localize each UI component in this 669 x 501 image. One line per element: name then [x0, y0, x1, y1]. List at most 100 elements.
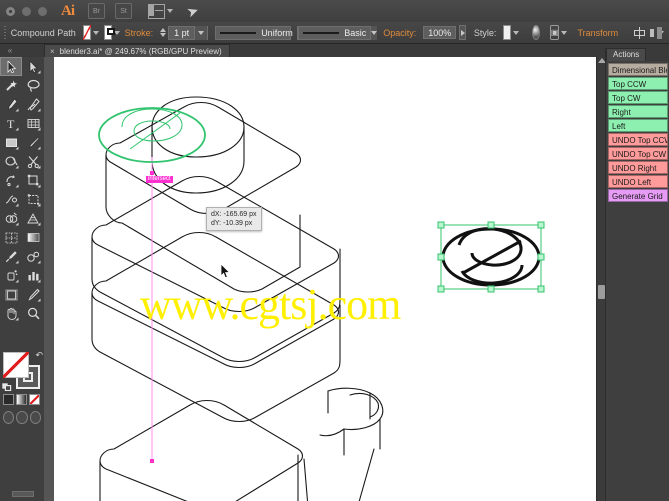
- rotate-tool[interactable]: [0, 171, 22, 190]
- zoom-tool[interactable]: [22, 304, 44, 323]
- action-item[interactable]: Left: [608, 119, 668, 132]
- stock-icon[interactable]: St: [115, 3, 132, 19]
- panel-collapse-toggle[interactable]: «: [2, 45, 18, 56]
- blend-tool[interactable]: [22, 247, 44, 266]
- drawing-mode-normal-icon[interactable]: [3, 411, 15, 424]
- fill-chevron-down-icon[interactable]: [92, 30, 99, 35]
- scissors-tool[interactable]: [22, 152, 44, 171]
- artboard-tool[interactable]: [0, 285, 22, 304]
- brush-definition-chevron-icon[interactable]: [370, 25, 378, 40]
- transform-button[interactable]: Transform: [577, 28, 618, 38]
- opacity-label[interactable]: Opacity:: [383, 28, 416, 38]
- stroke-profile-value: Uniform: [261, 27, 293, 38]
- shape-builder-tool[interactable]: [0, 209, 22, 228]
- drawing-mode-inside-icon[interactable]: [29, 411, 41, 424]
- share-plane-icon[interactable]: ➤: [184, 1, 201, 21]
- fill-stroke-controls[interactable]: ↶: [1, 350, 43, 392]
- window-minimize-button[interactable]: [22, 6, 31, 16]
- width-tool[interactable]: [0, 190, 22, 209]
- application-bar: Ai Br St ➤: [0, 0, 669, 23]
- direct-selection-tool[interactable]: [22, 57, 44, 76]
- select-similar-icon[interactable]: ▣: [549, 25, 560, 40]
- fill-swatch[interactable]: [82, 25, 91, 40]
- line-segment-tool[interactable]: [22, 114, 44, 133]
- free-transform-tool[interactable]: [22, 190, 44, 209]
- opacity-sphere-icon[interactable]: [532, 25, 540, 40]
- hand-tool[interactable]: [0, 304, 22, 323]
- paintbrush-tool[interactable]: [22, 133, 44, 152]
- canvas-area[interactable]: intersect dX: -165.69 px dY: -10.39 px w…: [44, 57, 596, 501]
- action-item[interactable]: Right: [608, 105, 668, 118]
- stroke-weight-chevron-icon[interactable]: [194, 25, 208, 40]
- object-type-label: Compound Path: [10, 27, 76, 38]
- measurement-tooltip: dX: -165.69 px dY: -10.39 px: [206, 207, 262, 231]
- drawing-mode-behind-icon[interactable]: [16, 411, 28, 424]
- none-button[interactable]: [29, 394, 40, 405]
- fill-color-box[interactable]: [3, 352, 29, 378]
- document-tab-blender3[interactable]: × blender3.ai* @ 249.67% (RGB/GPU Previe…: [44, 44, 230, 57]
- perspective-grid-tool[interactable]: [22, 209, 44, 228]
- style-chevron-down-icon[interactable]: [513, 30, 520, 35]
- mesh-tool[interactable]: [0, 228, 22, 247]
- actions-list: Dimensional Blend Top CCW Top CW Right L…: [606, 61, 669, 501]
- eyedropper-tool[interactable]: [0, 247, 22, 266]
- action-item[interactable]: UNDO Top CW: [608, 147, 668, 160]
- scale-tool[interactable]: [22, 171, 44, 190]
- column-graph-tool[interactable]: [22, 266, 44, 285]
- color-mode-buttons: [3, 394, 41, 406]
- gradient-button[interactable]: [16, 394, 27, 405]
- watermark-text: www.cgtsj.com: [140, 280, 401, 329]
- gradient-tool[interactable]: [22, 228, 44, 247]
- stroke-weight-stepper[interactable]: [160, 26, 167, 39]
- screen-mode-toggle[interactable]: [12, 491, 34, 497]
- shaper-tool[interactable]: [0, 152, 22, 171]
- tooltip-dy: dY: -10.39 px: [211, 220, 253, 227]
- illustrator-window: Ai Br St ➤ Compound Path Stroke: 1 pt Un…: [0, 0, 669, 501]
- stroke-profile-dropdown[interactable]: Uniform: [215, 25, 304, 40]
- slice-tool[interactable]: [22, 285, 44, 304]
- lasso-tool[interactable]: [22, 76, 44, 95]
- scrollbar-thumb[interactable]: [598, 285, 605, 299]
- control-bar-grip[interactable]: [4, 25, 6, 40]
- stroke-label[interactable]: Stroke:: [125, 28, 154, 38]
- tooltip-dx: dX: -165.69 px: [211, 211, 257, 218]
- swap-fill-stroke-icon[interactable]: ↶: [35, 350, 43, 361]
- opacity-flyout-button[interactable]: [459, 25, 466, 40]
- stroke-weight-value: 1 pt: [174, 27, 190, 38]
- arrange-documents-icon: [148, 3, 165, 19]
- action-item[interactable]: UNDO Left: [608, 175, 668, 188]
- magic-wand-tool[interactable]: [0, 76, 22, 95]
- distribute-icon[interactable]: [650, 26, 662, 39]
- window-close-button[interactable]: [6, 6, 15, 16]
- control-bar: Compound Path Stroke: 1 pt Uniform Basic…: [0, 22, 669, 44]
- style-label: Style:: [473, 27, 497, 38]
- action-item[interactable]: Generate Grid: [608, 189, 668, 202]
- action-item[interactable]: Dimensional Blend: [608, 63, 668, 76]
- symbol-sprayer-tool[interactable]: [0, 266, 22, 285]
- window-maximize-button[interactable]: [38, 6, 47, 16]
- actions-panel: Actions Dimensional Blend Top CCW Top CW…: [605, 48, 669, 501]
- close-icon[interactable]: ×: [50, 47, 55, 56]
- color-button[interactable]: [3, 394, 14, 405]
- select-similar-chevron-icon[interactable]: [561, 30, 568, 35]
- action-item[interactable]: Top CCW: [608, 77, 668, 90]
- curvature-tool[interactable]: [22, 95, 44, 114]
- brush-definition-value: Basic: [344, 27, 367, 38]
- action-item[interactable]: UNDO Right: [608, 161, 668, 174]
- stroke-swatch[interactable]: [103, 25, 115, 40]
- bridge-icon[interactable]: Br: [88, 3, 105, 19]
- default-fill-stroke-icon[interactable]: [1, 381, 12, 392]
- stroke-weight-dropdown[interactable]: 1 pt: [168, 25, 209, 40]
- type-tool[interactable]: T: [0, 114, 22, 133]
- selection-tool[interactable]: [0, 57, 22, 76]
- brush-definition-dropdown[interactable]: Basic: [298, 25, 378, 40]
- graphic-style-swatch[interactable]: [503, 25, 512, 40]
- arrange-documents-button[interactable]: [148, 3, 173, 19]
- action-item[interactable]: Top CW: [608, 91, 668, 104]
- align-icon[interactable]: [633, 26, 646, 39]
- tab-actions[interactable]: Actions: [606, 48, 647, 61]
- action-item[interactable]: UNDO Top CCW: [608, 133, 668, 146]
- opacity-input[interactable]: 100%: [423, 26, 457, 39]
- rectangle-tool[interactable]: [0, 133, 22, 152]
- pen-tool[interactable]: [0, 95, 22, 114]
